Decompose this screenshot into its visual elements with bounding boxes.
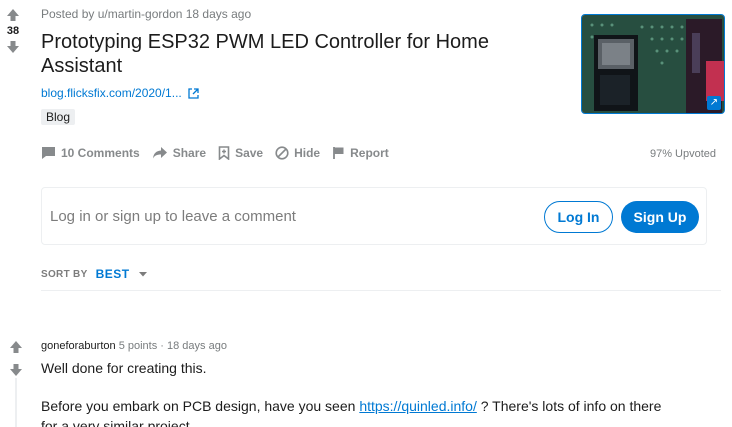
post-vote-column: 38 bbox=[0, 8, 26, 54]
post-external-link[interactable]: blog.flicksfix.com/2020/1... bbox=[41, 86, 199, 100]
comment-separator: · bbox=[160, 340, 164, 352]
sort-value[interactable]: BEST bbox=[96, 267, 130, 281]
comments-label: 10 Comments bbox=[61, 146, 140, 160]
comment-text-before: Before you embark on PCB design, have yo… bbox=[41, 398, 356, 414]
flag-icon bbox=[333, 147, 344, 159]
share-button[interactable]: Share bbox=[152, 146, 206, 160]
comment-vote-column bbox=[8, 340, 24, 377]
sort-label: SORT BY bbox=[41, 268, 88, 280]
hide-button[interactable]: Hide bbox=[275, 146, 320, 160]
post-meta: Posted by u/martin-gordon 18 days ago bbox=[41, 7, 252, 21]
post-flair[interactable]: Blog bbox=[41, 109, 76, 125]
save-button[interactable]: Save bbox=[218, 146, 263, 160]
post-score: 38 bbox=[6, 25, 20, 37]
comment-body-line-1: Well done for creating this. bbox=[41, 360, 207, 376]
sort-divider bbox=[41, 290, 721, 291]
login-button[interactable]: Log In bbox=[544, 201, 613, 233]
comment-thread-line[interactable] bbox=[15, 378, 17, 427]
thumbnail-external-icon: ↗ bbox=[707, 96, 721, 110]
comment-prompt: Log in or sign up to leave a comment bbox=[50, 208, 296, 225]
share-label: Share bbox=[172, 146, 207, 160]
share-icon bbox=[152, 147, 167, 159]
comment-sort[interactable]: SORT BY BEST bbox=[41, 267, 148, 281]
external-link-icon bbox=[188, 87, 199, 99]
comment-icon bbox=[42, 147, 55, 159]
report-button[interactable]: Report bbox=[332, 146, 389, 160]
report-label: Report bbox=[350, 146, 389, 160]
comment-points: 5 points bbox=[118, 340, 158, 352]
comment-body-line-2: Before you embark on PCB design, have yo… bbox=[41, 396, 681, 427]
upvote-icon[interactable] bbox=[6, 8, 20, 22]
pcb-thumbnail-image bbox=[582, 15, 724, 113]
upvote-ratio: 97% Upvoted bbox=[649, 148, 716, 160]
hide-icon bbox=[275, 146, 289, 160]
comment-downvote-icon[interactable] bbox=[9, 363, 23, 377]
post-actions: 10 Comments Share Save Hide Report bbox=[41, 146, 389, 160]
comment-meta: goneforaburton 5 points · 18 days ago bbox=[41, 340, 227, 352]
comments-button[interactable]: 10 Comments bbox=[41, 146, 140, 160]
comment-author[interactable]: goneforaburton bbox=[41, 340, 116, 352]
comment-login-box: Log in or sign up to leave a comment Log… bbox=[41, 187, 707, 245]
post-title[interactable]: Prototyping ESP32 PWM LED Controller for… bbox=[41, 30, 561, 78]
post-thumbnail[interactable]: ↗ bbox=[581, 14, 725, 114]
hide-label: Hide bbox=[294, 146, 321, 160]
chevron-down-icon bbox=[138, 272, 147, 277]
comment-link[interactable]: https://quinled.info/ bbox=[359, 398, 477, 414]
comment-age[interactable]: 18 days ago bbox=[167, 340, 227, 352]
downvote-icon[interactable] bbox=[6, 40, 20, 54]
comment-upvote-icon[interactable] bbox=[9, 340, 23, 354]
post-link-text[interactable]: blog.flicksfix.com/2020/1... bbox=[41, 86, 182, 100]
signup-button[interactable]: Sign Up bbox=[621, 201, 699, 233]
save-label: Save bbox=[235, 146, 264, 160]
bookmark-icon bbox=[218, 146, 230, 160]
